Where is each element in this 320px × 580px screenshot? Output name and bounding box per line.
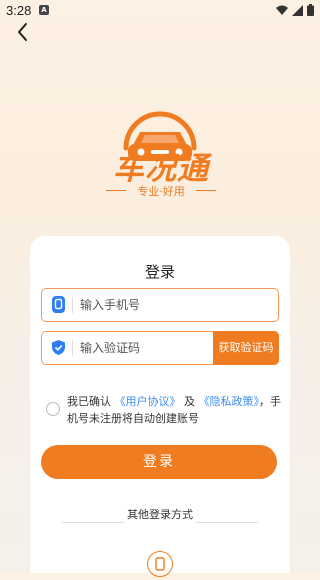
divider-left [62, 522, 124, 523]
code-field: 获取验证码 [41, 331, 279, 365]
agreement-text: 我已确认 《用户协议》 及 《隐私政策》，手机号未注册将自动创建账号 [67, 393, 289, 427]
login-button[interactable]: 登录 [41, 445, 277, 479]
phone-login-icon [155, 557, 165, 571]
back-arrow-icon[interactable] [12, 21, 34, 43]
brand-slogan: 专业·好用 [106, 183, 216, 199]
status-icons [276, 4, 314, 16]
code-input[interactable] [80, 332, 230, 364]
phone-icon [52, 296, 65, 313]
code-divider [72, 340, 73, 356]
signal-icon [292, 4, 303, 16]
notification-icon: A [39, 5, 49, 15]
wifi-icon [276, 5, 288, 15]
agree-radio[interactable] [46, 402, 60, 416]
phone-field [41, 288, 279, 322]
other-login-label: 其他登录方式 [127, 508, 193, 521]
divider-right [196, 522, 258, 523]
status-bar: 3:28 A [0, 0, 320, 22]
phone-input[interactable] [80, 289, 230, 321]
login-card: 登录 获取验证码 我已确认 《用户协议》 及 《隐私政策》，手机号未注册将自动创… [30, 236, 290, 577]
privacy-policy-link[interactable]: 《隐私政策》 [199, 395, 260, 408]
brand-name: 车况通 [113, 151, 209, 187]
agree-prefix: 我已确认 [67, 395, 111, 408]
agree-and: 及 [184, 395, 195, 408]
battery-icon [307, 4, 314, 16]
login-title: 登录 [144, 263, 175, 281]
alt-login-button[interactable] [147, 551, 173, 577]
user-agreement-link[interactable]: 《用户协议》 [115, 395, 181, 408]
phone-divider [72, 297, 73, 313]
shield-check-icon [52, 340, 65, 355]
get-code-button[interactable]: 获取验证码 [213, 331, 279, 365]
status-time: 3:28 [6, 3, 32, 18]
